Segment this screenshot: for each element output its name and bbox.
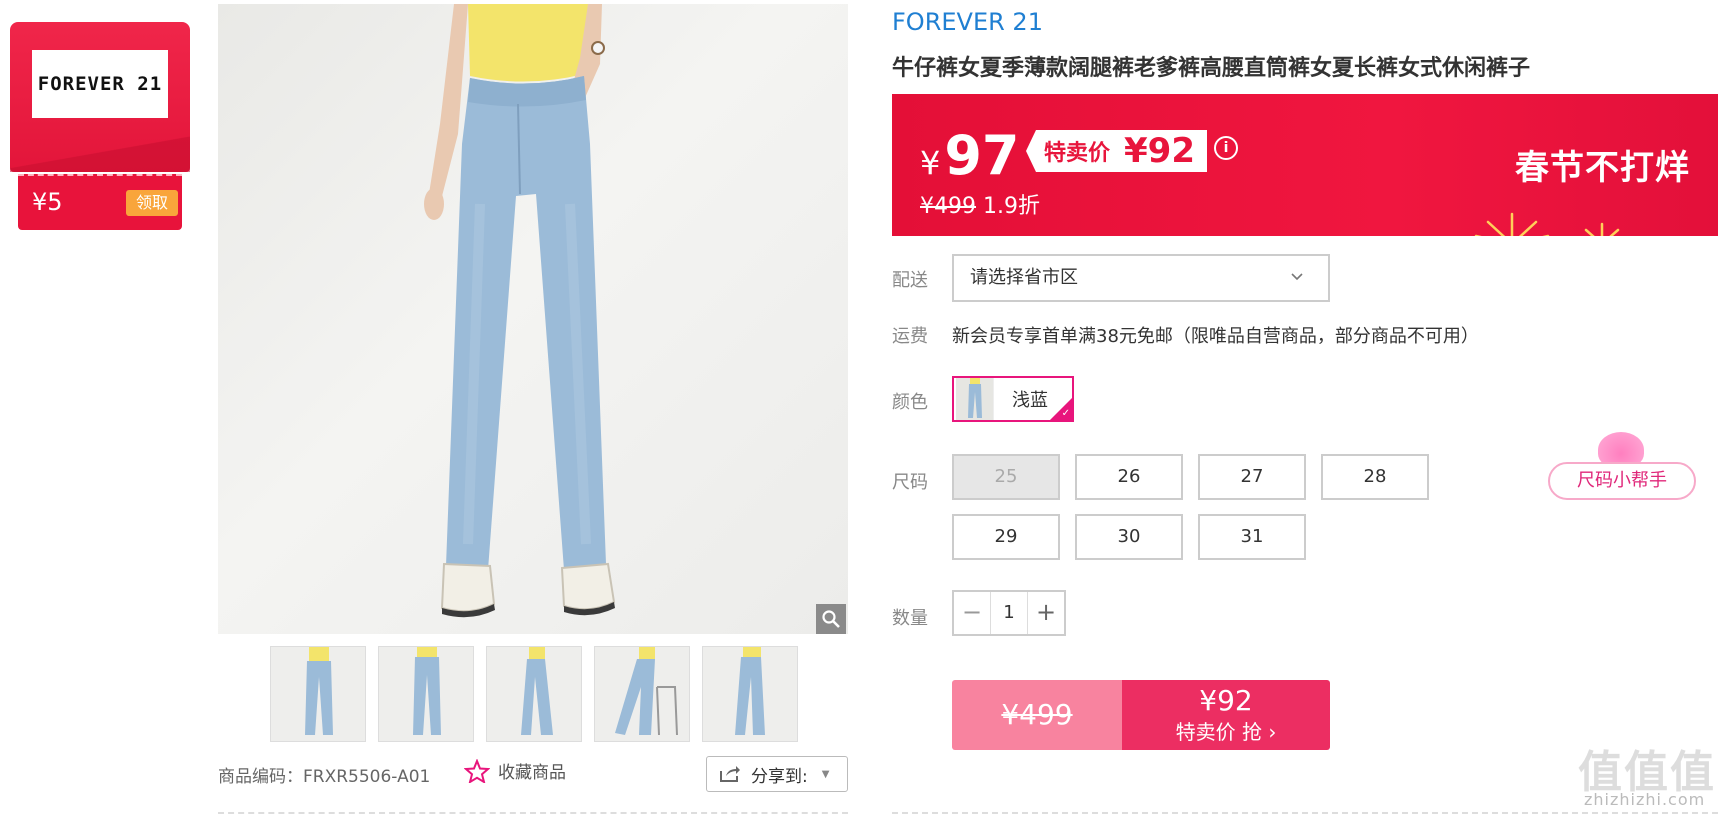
favorite-button[interactable]: 收藏商品 (464, 758, 566, 783)
zoom-button[interactable] (816, 604, 846, 634)
original-price: ¥499 (920, 194, 976, 219)
quantity-stepper: − 1 + (952, 590, 1066, 636)
buy-action-block[interactable]: ¥92 特卖价 抢 › (1122, 680, 1330, 750)
shipping-label: 运费 (892, 326, 928, 347)
size-helper-button[interactable]: 尺码小帮手 (1548, 462, 1696, 500)
buy-original-price: ¥499 (1001, 698, 1073, 731)
thumbnail-5[interactable] (702, 646, 798, 742)
brand-link[interactable]: FOREVER 21 (892, 8, 1043, 36)
brand-logo: FOREVER 21 (32, 50, 168, 118)
color-option-light-blue[interactable]: 浅蓝 ✓ (952, 376, 1074, 422)
region-select[interactable]: 请选择省市区 (952, 254, 1330, 302)
main-product-image[interactable] (218, 4, 848, 634)
increment-button[interactable]: + (1028, 592, 1064, 634)
size-option-28[interactable]: 28 (1321, 454, 1429, 500)
color-label: 颜色 (892, 392, 928, 413)
watermark-url: zhizhizhi.com (1584, 790, 1706, 809)
magnifier-icon (822, 610, 840, 628)
thumbnail-3[interactable] (486, 646, 582, 742)
chevron-down-icon (1291, 273, 1303, 281)
share-icon (720, 766, 740, 782)
festival-slogan: 春节不打烊 (1515, 148, 1690, 188)
coupon-bottom: ¥5 领取 (18, 174, 182, 230)
thumbnail-strip (270, 646, 800, 742)
region-select-value: 请选择省市区 (970, 267, 1078, 288)
size-option-30[interactable]: 30 (1075, 514, 1183, 560)
product-title: 牛仔裤女夏季薄款阔腿裤老爹裤高腰直筒裤女夏长裤女式休闲裤子 (892, 56, 1531, 81)
thumb-front-view-2 (413, 647, 441, 735)
brand-coupon-card[interactable]: FOREVER 21 ¥5 领取 (10, 22, 190, 230)
thumbnail-1[interactable] (270, 646, 366, 742)
original-price-line: ¥499 1.9折 (920, 188, 1040, 220)
decrement-button[interactable]: − (954, 592, 990, 634)
discount-rate: 1.9折 (983, 194, 1040, 219)
size-option-25[interactable]: 25 (952, 454, 1060, 500)
share-label: 分享到: (751, 766, 808, 787)
divider (218, 812, 848, 814)
quantity-input[interactable]: 1 (990, 592, 1028, 634)
thumb-side-view-2 (735, 647, 765, 735)
color-swatch-image (956, 378, 994, 420)
buy-action-label: 特卖价 抢 › (1175, 720, 1277, 744)
thumbnail-2[interactable] (378, 646, 474, 742)
price-banner: ¥ 97 特卖价 ¥92 i ¥499 1.9折 春节不打烊 (892, 94, 1718, 236)
currency-symbol: ¥ (920, 144, 941, 182)
caret-down-icon: ▼ (821, 768, 830, 780)
buy-price: ¥92 (1199, 684, 1253, 717)
favorite-label: 收藏商品 (498, 763, 566, 783)
size-option-27[interactable]: 27 (1198, 454, 1306, 500)
buy-now-button[interactable]: ¥499 ¥92 特卖价 抢 › (952, 680, 1330, 750)
thumb-front-view (305, 647, 333, 735)
size-option-29[interactable]: 29 (952, 514, 1060, 560)
share-button[interactable]: 分享到: ▼ (706, 756, 848, 792)
size-helper[interactable]: 尺码小帮手 (1548, 432, 1696, 504)
buy-original-price-block: ¥499 (952, 680, 1122, 750)
color-option-label: 浅蓝 (1012, 390, 1048, 411)
checkmark-icon: ✓ (1061, 408, 1070, 419)
price-value: 97 (944, 124, 1020, 187)
size-option-31[interactable]: 31 (1198, 514, 1306, 560)
thumbnail-4[interactable] (594, 646, 690, 742)
special-price-value: ¥92 (1124, 131, 1195, 171)
divider (892, 812, 1718, 814)
delivery-label: 配送 (892, 270, 928, 291)
star-icon (464, 758, 490, 783)
claim-coupon-button[interactable]: 领取 (126, 190, 178, 216)
sku-code: 商品编码：FRXR5506-A01 (218, 767, 431, 787)
quantity-label: 数量 (892, 608, 928, 629)
current-price: ¥ 97 (920, 124, 1020, 187)
size-option-26[interactable]: 26 (1075, 454, 1183, 500)
thumb-side-chair-view (615, 647, 678, 736)
size-label: 尺码 (892, 472, 928, 493)
shipping-info: 新会员专享首单满38元免邮（限唯品自营商品，部分商品不可用） (952, 326, 1479, 347)
site-watermark: 值值值 zhizhizhi.com (1578, 736, 1716, 809)
special-price-label: 特卖价 (1044, 141, 1111, 166)
coupon-amount: ¥5 (32, 188, 63, 216)
thumb-side-view (521, 647, 553, 735)
model-jeans-illustration (424, 4, 616, 618)
special-price-tag: 特卖价 ¥92 (1026, 130, 1207, 172)
info-icon[interactable]: i (1214, 136, 1238, 160)
